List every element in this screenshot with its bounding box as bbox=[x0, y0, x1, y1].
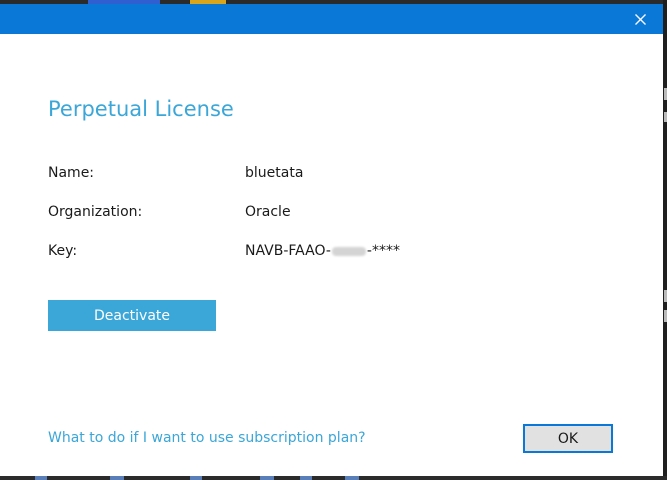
background-mark bbox=[35, 476, 47, 480]
title-bar bbox=[0, 4, 663, 34]
organization-value: Oracle bbox=[245, 204, 291, 220]
deactivate-button[interactable]: Deactivate bbox=[48, 300, 216, 331]
subscription-help-link[interactable]: What to do if I want to use subscription… bbox=[48, 430, 366, 446]
name-label: Name: bbox=[48, 165, 95, 181]
background-mark bbox=[260, 476, 274, 480]
close-button[interactable] bbox=[617, 4, 663, 34]
close-icon bbox=[635, 14, 646, 25]
key-prefix: NAVB-FAAO- bbox=[245, 243, 331, 259]
redacted-key-segment bbox=[331, 246, 366, 256]
background-bottom-strip bbox=[0, 476, 667, 480]
license-dialog: Perpetual License Name: bluetata Organiz… bbox=[0, 4, 663, 476]
background-mark bbox=[345, 476, 359, 480]
ok-button[interactable]: OK bbox=[523, 424, 613, 453]
key-value: NAVB-FAAO- -**** bbox=[245, 243, 400, 259]
background-right-strip bbox=[663, 0, 667, 480]
key-label: Key: bbox=[48, 243, 78, 259]
organization-label: Organization: bbox=[48, 204, 143, 220]
page-title: Perpetual License bbox=[48, 97, 234, 121]
key-suffix: -**** bbox=[366, 243, 400, 259]
name-value: bluetata bbox=[245, 165, 304, 181]
background-mark bbox=[190, 476, 202, 480]
background-mark bbox=[300, 476, 312, 480]
background-mark bbox=[110, 476, 124, 480]
